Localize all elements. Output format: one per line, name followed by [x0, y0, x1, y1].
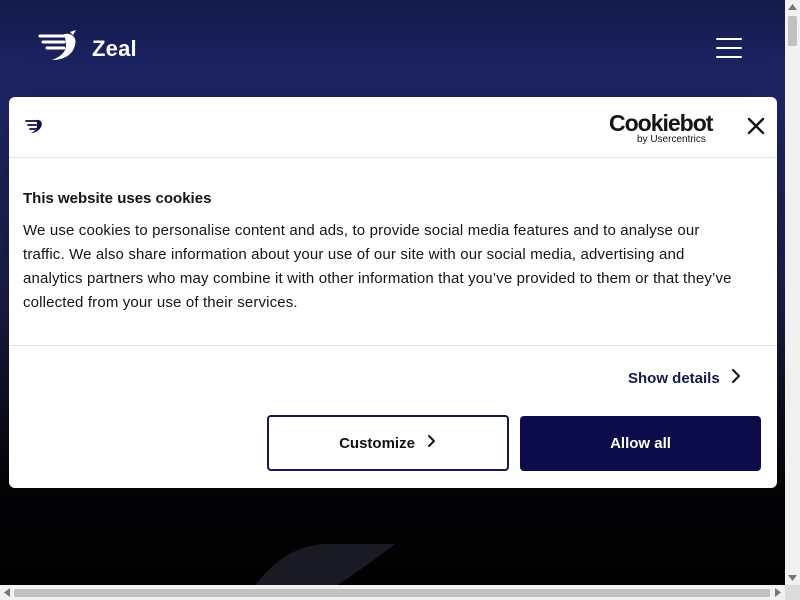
customize-label: Customize [339, 434, 415, 452]
show-details-link[interactable]: Show details [628, 368, 742, 389]
scroll-left-arrow-icon[interactable] [4, 588, 10, 597]
divider [9, 345, 777, 346]
scrollbar-corner [785, 585, 800, 600]
chevron-right-icon [730, 368, 742, 389]
dialog-description: We use cookies to personalise content an… [23, 222, 732, 311]
vertical-scrollbar[interactable] [785, 0, 800, 585]
zeal-logo-small-icon [25, 118, 45, 139]
site-logo[interactable]: Zeal [38, 30, 137, 67]
dialog-body: This website uses cookies We use cookies… [23, 189, 743, 315]
scroll-right-arrow-icon[interactable] [775, 588, 781, 597]
scroll-down-arrow-icon[interactable] [788, 575, 797, 581]
allow-all-label: Allow all [610, 435, 671, 452]
close-icon[interactable] [745, 115, 767, 137]
customize-button[interactable]: Customize [267, 415, 509, 471]
horizontal-scrollbar[interactable] [0, 585, 785, 600]
cookiebot-logo[interactable]: Cookiebot by Usercentrics [609, 110, 713, 145]
cookie-consent-dialog: Cookiebot by Usercentrics This website u… [9, 97, 777, 488]
cookiebot-brand-sub: by Usercentrics [637, 134, 706, 145]
logo-text: Zeal [92, 35, 137, 61]
cookiebot-brand: Cookiebot [609, 110, 713, 136]
site-header: Zeal [0, 0, 785, 96]
scroll-up-arrow-icon[interactable] [788, 4, 797, 10]
hamburger-menu-icon[interactable] [716, 38, 742, 58]
show-details-label: Show details [628, 370, 720, 387]
zeal-bird-icon [38, 30, 82, 67]
allow-all-button[interactable]: Allow all [520, 416, 761, 471]
vertical-scroll-thumb[interactable] [788, 16, 797, 46]
dialog-header: Cookiebot by Usercentrics [9, 97, 777, 158]
horizontal-scroll-thumb[interactable] [14, 589, 770, 597]
chevron-right-icon [427, 434, 437, 453]
dialog-title: This website uses cookies [23, 190, 212, 207]
hero-image-fragment [255, 540, 455, 585]
